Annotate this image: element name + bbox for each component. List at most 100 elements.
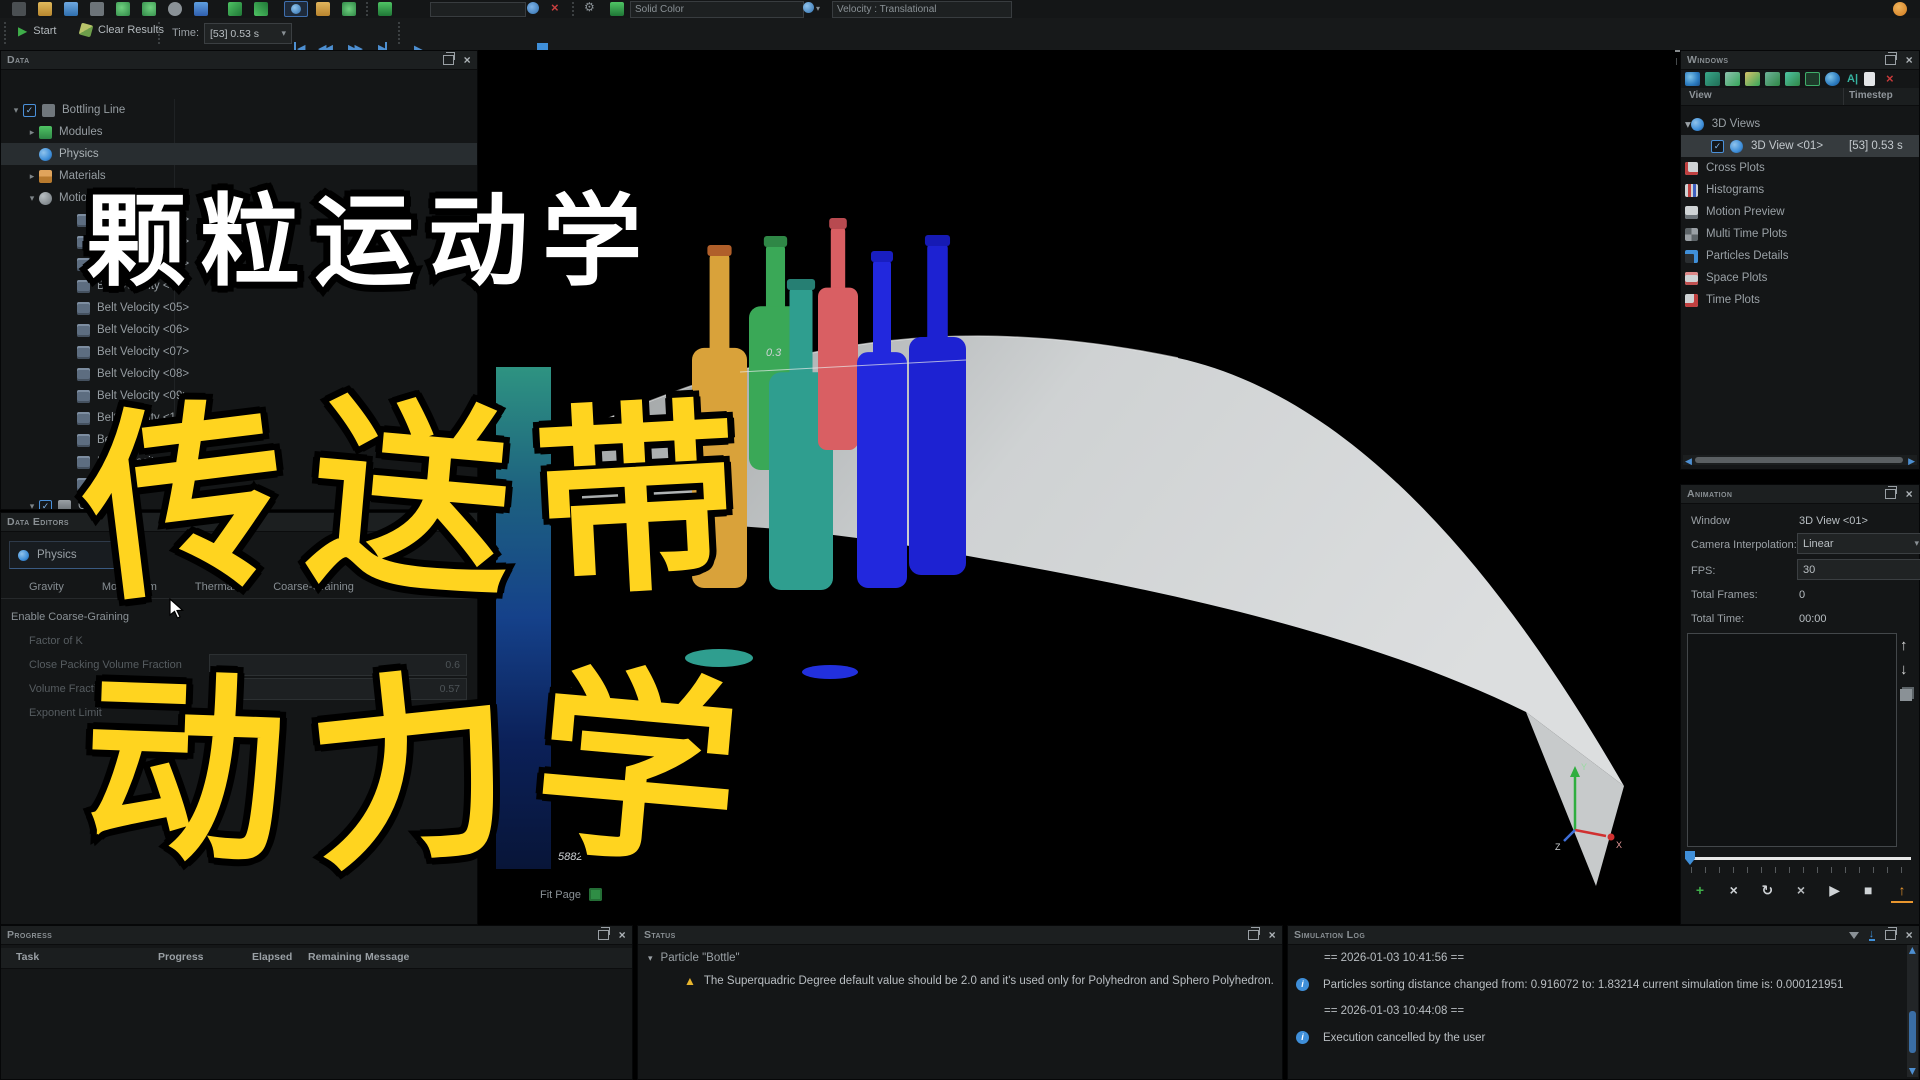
tree-item-belt-velocity-05[interactable]: Belt Velocity <05> [1, 297, 477, 319]
checkbox[interactable]: ✓ [39, 500, 52, 510]
expander-icon[interactable]: ▸ [25, 127, 39, 138]
open-folder-icon[interactable] [38, 2, 52, 16]
float-panel-icon[interactable] [1248, 930, 1259, 940]
windows-item-histograms[interactable]: Histograms [1681, 179, 1919, 201]
new-histogram-icon[interactable] [1725, 72, 1740, 86]
tree-item-bottling-line[interactable]: ▾✓Bottling Line [1, 99, 477, 121]
timestep-column-header[interactable]: Timestep [1849, 90, 1893, 101]
export-log-icon[interactable]: ↓ [1869, 930, 1875, 941]
fps-input[interactable]: 30 [1797, 559, 1920, 580]
checkbox[interactable]: ✓ [23, 104, 36, 117]
remove-all-keyframes-button[interactable]: × [1790, 879, 1812, 901]
scroll-down-icon[interactable]: ▶ [1907, 1068, 1918, 1075]
float-panel-icon[interactable] [1885, 55, 1896, 65]
add-keyframe-button[interactable]: + [1689, 879, 1711, 901]
redo-icon[interactable] [142, 2, 156, 16]
remove-keyframe-button[interactable]: × [1723, 879, 1745, 901]
import-icon[interactable] [90, 2, 104, 16]
new-particles-details-icon[interactable] [1825, 72, 1840, 86]
expander-icon[interactable]: ▾ [1685, 117, 1691, 131]
scrollbar-thumb[interactable] [1909, 1011, 1916, 1053]
save-icon[interactable] [64, 2, 78, 16]
quick-search-input[interactable] [430, 2, 526, 17]
rename-icon[interactable]: A| [1847, 73, 1858, 85]
export-animation-button[interactable]: ↑ [1891, 879, 1913, 903]
view-column-header[interactable]: View [1689, 90, 1712, 101]
clear-results-button[interactable]: Clear Results [80, 24, 164, 36]
chevron-down-icon[interactable]: ▾ [648, 953, 653, 964]
close-panel-icon[interactable]: × [1906, 489, 1913, 499]
cube-icon[interactable] [316, 2, 330, 16]
stop-animation-button[interactable]: ■ [1857, 879, 1879, 901]
fit-page-icon[interactable] [589, 888, 602, 901]
time-select[interactable]: [53] 0.53 s ▾ [204, 23, 292, 44]
new-space-plot-icon[interactable] [1785, 72, 1800, 86]
close-window-icon[interactable]: × [1886, 71, 1894, 86]
float-panel-icon[interactable] [598, 930, 609, 940]
subtab-gravity[interactable]: Gravity [29, 581, 64, 598]
refresh-keyframes-button[interactable]: ↻ [1756, 879, 1778, 901]
checkbox[interactable]: ✓ [1711, 140, 1724, 153]
particles-icon[interactable] [527, 2, 539, 14]
3d-view-tool-icon[interactable] [284, 1, 308, 17]
tree-item-modules[interactable]: ▸Modules [1, 121, 477, 143]
tree-item-materials[interactable]: ▸Materials [1, 165, 477, 187]
coloring-property-select[interactable]: Velocity : Translational [832, 1, 1012, 18]
user-icon[interactable] [1893, 2, 1907, 16]
duplicate-icon[interactable] [1900, 689, 1912, 701]
module-icon[interactable] [610, 2, 624, 16]
camera-interpolation-select[interactable]: Linear ▾ [1797, 533, 1920, 554]
close-panel-icon[interactable]: × [619, 930, 626, 940]
status-warning-row[interactable]: ▲ The Superquadric Degree default value … [684, 974, 1274, 988]
bookmark-icon[interactable] [194, 2, 208, 16]
expander-icon[interactable]: ▾ [25, 193, 39, 204]
close-panel-icon[interactable]: × [1906, 55, 1913, 65]
new-multi-time-plot-icon[interactable] [1765, 72, 1780, 86]
close-panel-icon[interactable]: × [464, 55, 471, 65]
new-project-icon[interactable] [12, 2, 26, 16]
elapsed-column-header[interactable]: Elapsed [252, 951, 292, 963]
windows-item-multi-time-plots[interactable]: Multi Time Plots [1681, 223, 1919, 245]
log-scrollbar[interactable]: ◀ ▶ [1907, 945, 1918, 1077]
move-down-icon[interactable]: ↓ [1900, 661, 1908, 678]
keyframes-list[interactable] [1687, 633, 1897, 847]
new-motion-preview-icon[interactable] [1745, 72, 1760, 86]
expander-icon[interactable]: ▾ [25, 501, 39, 510]
tree-item-physics[interactable]: Physics [1, 143, 477, 165]
scroll-up-icon[interactable]: ◀ [1907, 947, 1918, 954]
windows-item-particles-details[interactable]: Particles Details [1681, 245, 1919, 267]
swap-right-icon[interactable] [254, 2, 268, 16]
undo-icon[interactable] [116, 2, 130, 16]
status-group-row[interactable]: ▾ Particle "Bottle" [648, 952, 740, 964]
gear-icon[interactable]: ⚙ [584, 0, 595, 14]
progress-column-header[interactable]: Progress [158, 951, 204, 963]
expander-icon[interactable]: ▾ [9, 105, 23, 116]
windows-item-space-plots[interactable]: Space Plots [1681, 267, 1919, 289]
animation-slider-track[interactable] [1687, 857, 1911, 860]
new-3d-view-icon[interactable] [1685, 72, 1700, 86]
float-panel-icon[interactable] [1885, 489, 1896, 499]
expander-icon[interactable]: ▸ [25, 171, 39, 182]
copy-icon[interactable] [1864, 72, 1875, 86]
float-panel-icon[interactable] [443, 55, 454, 65]
plugin-icon[interactable] [378, 2, 392, 16]
coloring-sphere-icon[interactable] [803, 2, 814, 13]
windows-item-3d-view-01[interactable]: ✓3D View <01>[53] 0.53 s [1681, 135, 1919, 157]
play-animation-button[interactable]: ▶ [1824, 879, 1846, 901]
windows-item-3d-views[interactable]: ▾3D Views [1681, 113, 1919, 135]
delete-icon[interactable]: × [551, 0, 559, 15]
tree-item-belt-velocity-07[interactable]: Belt Velocity <07> [1, 341, 477, 363]
scroll-right-icon[interactable]: ▶ [1908, 456, 1915, 467]
scrollbar-thumb[interactable] [1695, 457, 1903, 463]
swap-left-icon[interactable] [228, 2, 242, 16]
close-panel-icon[interactable]: × [1906, 930, 1913, 940]
task-column-header[interactable]: Task [16, 951, 39, 963]
new-cross-plot-icon[interactable] [1705, 72, 1720, 86]
start-button[interactable]: ▶ Start [18, 24, 56, 38]
horizontal-scrollbar[interactable]: ◀ ▶ [1683, 455, 1917, 465]
tree-item-belt-velocity-06[interactable]: Belt Velocity <06> [1, 319, 477, 341]
scroll-left-icon[interactable]: ◀ [1685, 456, 1692, 467]
float-panel-icon[interactable] [1885, 930, 1896, 940]
windows-item-motion-preview[interactable]: Motion Preview [1681, 201, 1919, 223]
message-column-header[interactable]: Message [365, 951, 409, 963]
